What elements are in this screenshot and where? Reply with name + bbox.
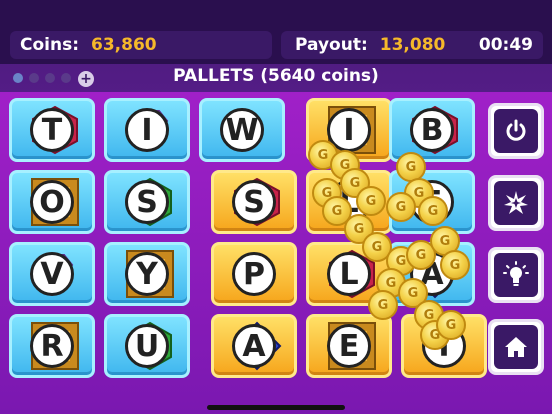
letter-tile[interactable]: U <box>104 314 190 378</box>
home-indicator <box>207 405 345 410</box>
tile-letter: V <box>30 252 74 296</box>
letter-tile[interactable]: Y <box>104 242 190 306</box>
restart-button[interactable] <box>488 103 544 159</box>
home-button[interactable] <box>488 319 544 375</box>
payout-label: Payout: <box>295 35 368 55</box>
letter-tile[interactable]: A <box>211 314 297 378</box>
timer: 00:49 <box>478 35 533 55</box>
power-icon <box>506 119 526 141</box>
current-word-title: PALLETS (5640 coins) <box>173 66 379 86</box>
letter-tile[interactable]: B <box>389 98 475 162</box>
letter-tile[interactable]: T <box>9 98 95 162</box>
tile-letter: Y <box>125 252 169 296</box>
tile-letter: E <box>327 324 371 368</box>
tile-letter: S <box>232 180 276 224</box>
gold-coin-icon: G <box>386 192 416 222</box>
tile-letter: T <box>30 108 74 152</box>
tile-letter: I <box>125 108 169 152</box>
letter-tile[interactable]: E <box>306 314 392 378</box>
tile-letter: L <box>327 252 371 296</box>
letter-tile[interactable]: W <box>199 98 285 162</box>
letter-tile[interactable]: O <box>9 170 95 234</box>
gold-coin-icon: G <box>436 310 466 340</box>
payout-panel: Payout: 13,080 00:49 <box>281 31 543 59</box>
lightbulb-icon <box>503 261 529 286</box>
home-icon <box>505 337 527 357</box>
gold-coin-icon: G <box>356 186 386 216</box>
tile-letter: S <box>125 180 169 224</box>
letter-tile[interactable]: R <box>9 314 95 378</box>
gold-coin-icon: G <box>418 196 448 226</box>
tile-letter: R <box>30 324 74 368</box>
coins-label: Coins: <box>20 35 80 55</box>
gold-coin-icon: G <box>440 250 470 280</box>
letter-tile[interactable]: P <box>211 242 297 306</box>
letter-tile[interactable]: I <box>104 98 190 162</box>
letter-tile[interactable]: S <box>104 170 190 234</box>
tile-letter: O <box>30 180 74 224</box>
tile-letter: W <box>220 108 264 152</box>
tile-letter: P <box>232 252 276 296</box>
burst-icon <box>504 191 528 214</box>
coins-panel: Coins: 63,860 <box>10 31 272 59</box>
tile-letter: U <box>125 324 169 368</box>
coins-value: 63,860 <box>91 35 157 55</box>
hint-button[interactable] <box>488 247 544 303</box>
tile-letter: A <box>232 324 276 368</box>
tile-letter: B <box>410 108 454 152</box>
gold-coin-icon: G <box>368 290 398 320</box>
shuffle-button[interactable] <box>488 175 544 231</box>
letter-tile[interactable]: S <box>211 170 297 234</box>
payout-value: 13,080 <box>379 35 446 55</box>
letter-tile[interactable]: V <box>9 242 95 306</box>
